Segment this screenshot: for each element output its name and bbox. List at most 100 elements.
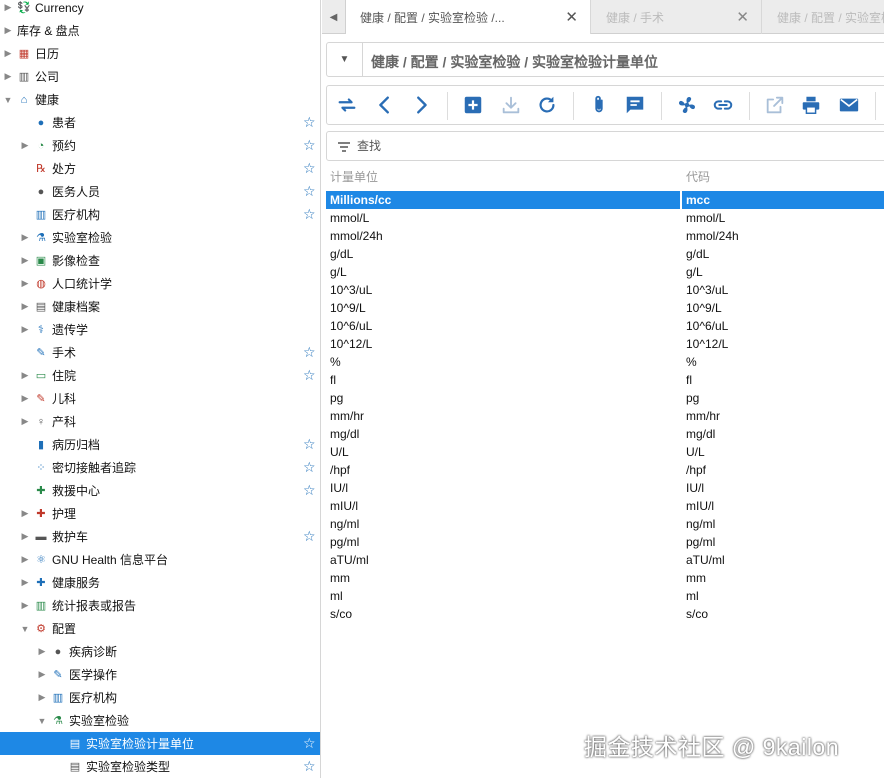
sidebar-item[interactable]: ▶ ✚ 健康服务: [0, 571, 320, 594]
favorite-star-icon[interactable]: ☆: [303, 735, 316, 752]
table-row[interactable]: g/L g/L: [326, 263, 884, 281]
chevron-down-icon[interactable]: ▼: [37, 715, 47, 727]
sidebar-item[interactable]: ▼ ⚙ 配置: [0, 617, 320, 640]
favorite-star-icon[interactable]: ☆: [303, 459, 316, 476]
switch-view-icon[interactable]: [335, 93, 359, 117]
table-row[interactable]: ml ml: [326, 587, 884, 605]
chevron-right-icon[interactable]: ▶: [3, 25, 13, 37]
sidebar-item[interactable]: ℞ 处方 ☆: [0, 157, 320, 180]
chevron-right-icon[interactable]: ▶: [20, 140, 30, 152]
column-header-code[interactable]: 代码: [686, 168, 710, 188]
new-record-icon[interactable]: [461, 93, 485, 117]
sidebar-item[interactable]: ▶ ▦ 日历: [0, 42, 320, 65]
sidebar-item[interactable]: ▶ ⚕ 遗传学: [0, 318, 320, 341]
sidebar-item[interactable]: ⁘ 密切接触者追踪 ☆: [0, 456, 320, 479]
column-header-unit[interactable]: 计量单位: [330, 168, 378, 188]
table-row[interactable]: %%: [326, 353, 884, 371]
sidebar-item[interactable]: ▶ ◍ 人口统计学: [0, 272, 320, 295]
chevron-right-icon[interactable]: ▶: [20, 278, 30, 290]
tab-lab-units[interactable]: 健康 / 配置 / 实验室检验 /... ✕: [346, 0, 591, 34]
favorite-star-icon[interactable]: ☆: [303, 206, 316, 223]
table-row[interactable]: mm mm: [326, 569, 884, 587]
open-external-icon[interactable]: [763, 93, 787, 117]
chevron-right-icon[interactable]: ▶: [20, 416, 30, 428]
sidebar-item[interactable]: ▤ 实验室检验计量单位 ☆: [0, 732, 320, 755]
sidebar-item[interactable]: ● 医务人员 ☆: [0, 180, 320, 203]
sidebar-item[interactable]: ▶ ✚ 护理: [0, 502, 320, 525]
chevron-down-icon[interactable]: ▼: [20, 623, 30, 635]
chevron-right-icon[interactable]: ▶: [20, 393, 30, 405]
close-icon[interactable]: ✕: [736, 8, 749, 26]
sidebar-item[interactable]: ▶ ⚗ 实验室检验: [0, 226, 320, 249]
table-row[interactable]: mIU/l mIU/l: [326, 497, 884, 515]
sidebar-item[interactable]: ▶ ⚛ GNU Health 信息平台: [0, 548, 320, 571]
chevron-right-icon[interactable]: ▶: [3, 48, 13, 60]
sidebar-item[interactable]: ✚ 救援中心 ☆: [0, 479, 320, 502]
chevron-right-icon[interactable]: ▶: [20, 324, 30, 336]
favorite-star-icon[interactable]: ☆: [303, 114, 316, 131]
sidebar-item[interactable]: ▶ ● 疾病诊断: [0, 640, 320, 663]
favorite-star-icon[interactable]: ☆: [303, 482, 316, 499]
chevron-right-icon[interactable]: ▶: [37, 692, 47, 704]
chevron-right-icon[interactable]: ▶: [20, 255, 30, 267]
favorite-star-icon[interactable]: ☆: [303, 137, 316, 154]
table-row[interactable]: aTU/ml aTU/ml: [326, 551, 884, 569]
tab-surgery[interactable]: 健康 / 手术 ✕: [592, 0, 762, 34]
note-icon[interactable]: [623, 93, 647, 117]
chevron-right-icon[interactable]: ▶: [20, 370, 30, 382]
favorite-star-icon[interactable]: ☆: [303, 436, 316, 453]
favorite-star-icon[interactable]: ☆: [303, 183, 316, 200]
chevron-right-icon[interactable]: ▶: [3, 2, 13, 14]
sidebar-item[interactable]: ▼ ⌂ 健康: [0, 88, 320, 111]
next-icon[interactable]: [409, 93, 433, 117]
chevron-right-icon[interactable]: ▶: [20, 232, 30, 244]
table-row[interactable]: mg/dl mg/dl: [326, 425, 884, 443]
table-row[interactable]: fl fl: [326, 371, 884, 389]
sidebar-item[interactable]: ▶ ◔ 预约 ☆: [0, 134, 320, 157]
save-icon[interactable]: [499, 93, 523, 117]
table-row[interactable]: U/L U/L: [326, 443, 884, 461]
chevron-right-icon[interactable]: ▶: [20, 301, 30, 313]
link-icon[interactable]: [711, 93, 735, 117]
chevron-down-icon[interactable]: ▼: [3, 94, 13, 106]
table-row[interactable]: 10^9/L 10^9/L: [326, 299, 884, 317]
table-row[interactable]: pg pg: [326, 389, 884, 407]
sidebar-item[interactable]: ▶ 💱 Currency: [0, 0, 320, 19]
chevron-right-icon[interactable]: ▶: [37, 646, 47, 658]
sidebar-item[interactable]: ▶ ✎ 医学操作: [0, 663, 320, 686]
tab-scroll-left-button[interactable]: ◀: [322, 0, 346, 34]
attachment-icon[interactable]: [587, 93, 611, 117]
table-row[interactable]: Millions/cc mcc: [326, 191, 884, 209]
table-row[interactable]: s/co s/co: [326, 605, 884, 623]
previous-icon[interactable]: [373, 93, 397, 117]
sidebar-item[interactable]: ▼ ⚗ 实验室检验: [0, 709, 320, 732]
table-row[interactable]: ng/ml ng/ml: [326, 515, 884, 533]
favorite-star-icon[interactable]: ☆: [303, 758, 316, 775]
table-row[interactable]: g/dL g/dL: [326, 245, 884, 263]
table-row[interactable]: mm/hr mm/hr: [326, 407, 884, 425]
sidebar-item[interactable]: ▥ 医疗机构 ☆: [0, 203, 320, 226]
table-row[interactable]: 10^12/L 10^12/L: [326, 335, 884, 353]
favorite-star-icon[interactable]: ☆: [303, 528, 316, 545]
table-row[interactable]: IU/l IU/l: [326, 479, 884, 497]
sidebar-item[interactable]: ▶ ▭ 住院 ☆: [0, 364, 320, 387]
email-icon[interactable]: [837, 93, 861, 117]
filter-icon[interactable]: [337, 140, 351, 154]
chevron-right-icon[interactable]: ▶: [37, 669, 47, 681]
chevron-right-icon[interactable]: ▶: [20, 508, 30, 520]
chevron-right-icon[interactable]: ▶: [20, 577, 30, 589]
sidebar-item[interactable]: ▶ ▥ 公司: [0, 65, 320, 88]
favorite-star-icon[interactable]: ☆: [303, 344, 316, 361]
sidebar-item[interactable]: ▶ ♀ 产科: [0, 410, 320, 433]
chevron-down-icon[interactable]: ▼: [327, 43, 363, 76]
action-icon[interactable]: [675, 93, 699, 117]
chevron-right-icon[interactable]: ▶: [3, 71, 13, 83]
sidebar-item[interactable]: ▶ 库存 & 盘点: [0, 19, 320, 42]
chevron-right-icon[interactable]: ▶: [20, 600, 30, 612]
sidebar-item[interactable]: ✎ 手术 ☆: [0, 341, 320, 364]
sidebar-item[interactable]: ▶ ▤ 健康档案: [0, 295, 320, 318]
tab-lab-config[interactable]: 健康 / 配置 / 实验室检: [763, 0, 884, 34]
sidebar-item[interactable]: ▶ ▬ 救护车 ☆: [0, 525, 320, 548]
favorite-star-icon[interactable]: ☆: [303, 367, 316, 384]
chevron-right-icon[interactable]: ▶: [20, 531, 30, 543]
